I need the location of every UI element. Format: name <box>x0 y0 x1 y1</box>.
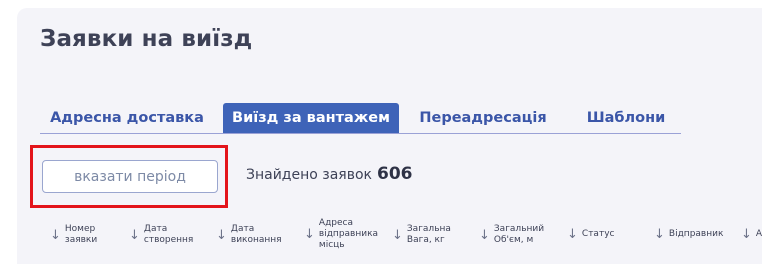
column-header-sender[interactable]: ↓ Відправник <box>654 227 734 242</box>
arrow-down-icon: ↓ <box>304 227 315 242</box>
column-header-completed[interactable]: ↓ Дата виконання <box>216 224 288 246</box>
tab-templates[interactable]: Шаблони <box>579 103 673 133</box>
arrow-down-icon: ↓ <box>50 227 61 243</box>
column-header-sender-address[interactable]: ↓ Адреса відправника місць <box>304 218 380 251</box>
arrow-down-icon: ↓ <box>216 227 227 243</box>
column-header-volume[interactable]: ↓ Загальний Об'єм, м <box>479 224 555 246</box>
period-button[interactable]: вказати період <box>42 160 218 193</box>
arrow-down-icon: ↓ <box>741 227 752 242</box>
tabs-underline <box>40 133 681 134</box>
arrow-down-icon: ↓ <box>392 227 403 243</box>
tab-cargo-pickup[interactable]: Виїзд за вантажем <box>223 103 399 133</box>
tab-address-delivery[interactable]: Адресна доставка <box>50 103 204 133</box>
column-header-extra[interactable]: ↓ А <box>741 227 762 242</box>
arrow-down-icon: ↓ <box>479 227 490 243</box>
tab-redirection[interactable]: Переадресація <box>417 103 549 133</box>
column-header-weight[interactable]: ↓ Загальна Вага, кг <box>392 224 476 246</box>
column-header-number[interactable]: ↓ Номер заявки <box>50 224 114 246</box>
arrow-down-icon: ↓ <box>129 227 140 243</box>
arrow-down-icon: ↓ <box>654 227 665 242</box>
arrow-down-icon: ↓ <box>567 227 578 242</box>
found-count: 606 <box>377 164 413 184</box>
column-header-status[interactable]: ↓ Статус <box>567 227 637 242</box>
found-label: Знайдено заявок <box>246 167 372 183</box>
page-title: Заявки на виїзд <box>40 26 253 52</box>
column-header-created[interactable]: ↓ Дата створення <box>129 224 199 246</box>
